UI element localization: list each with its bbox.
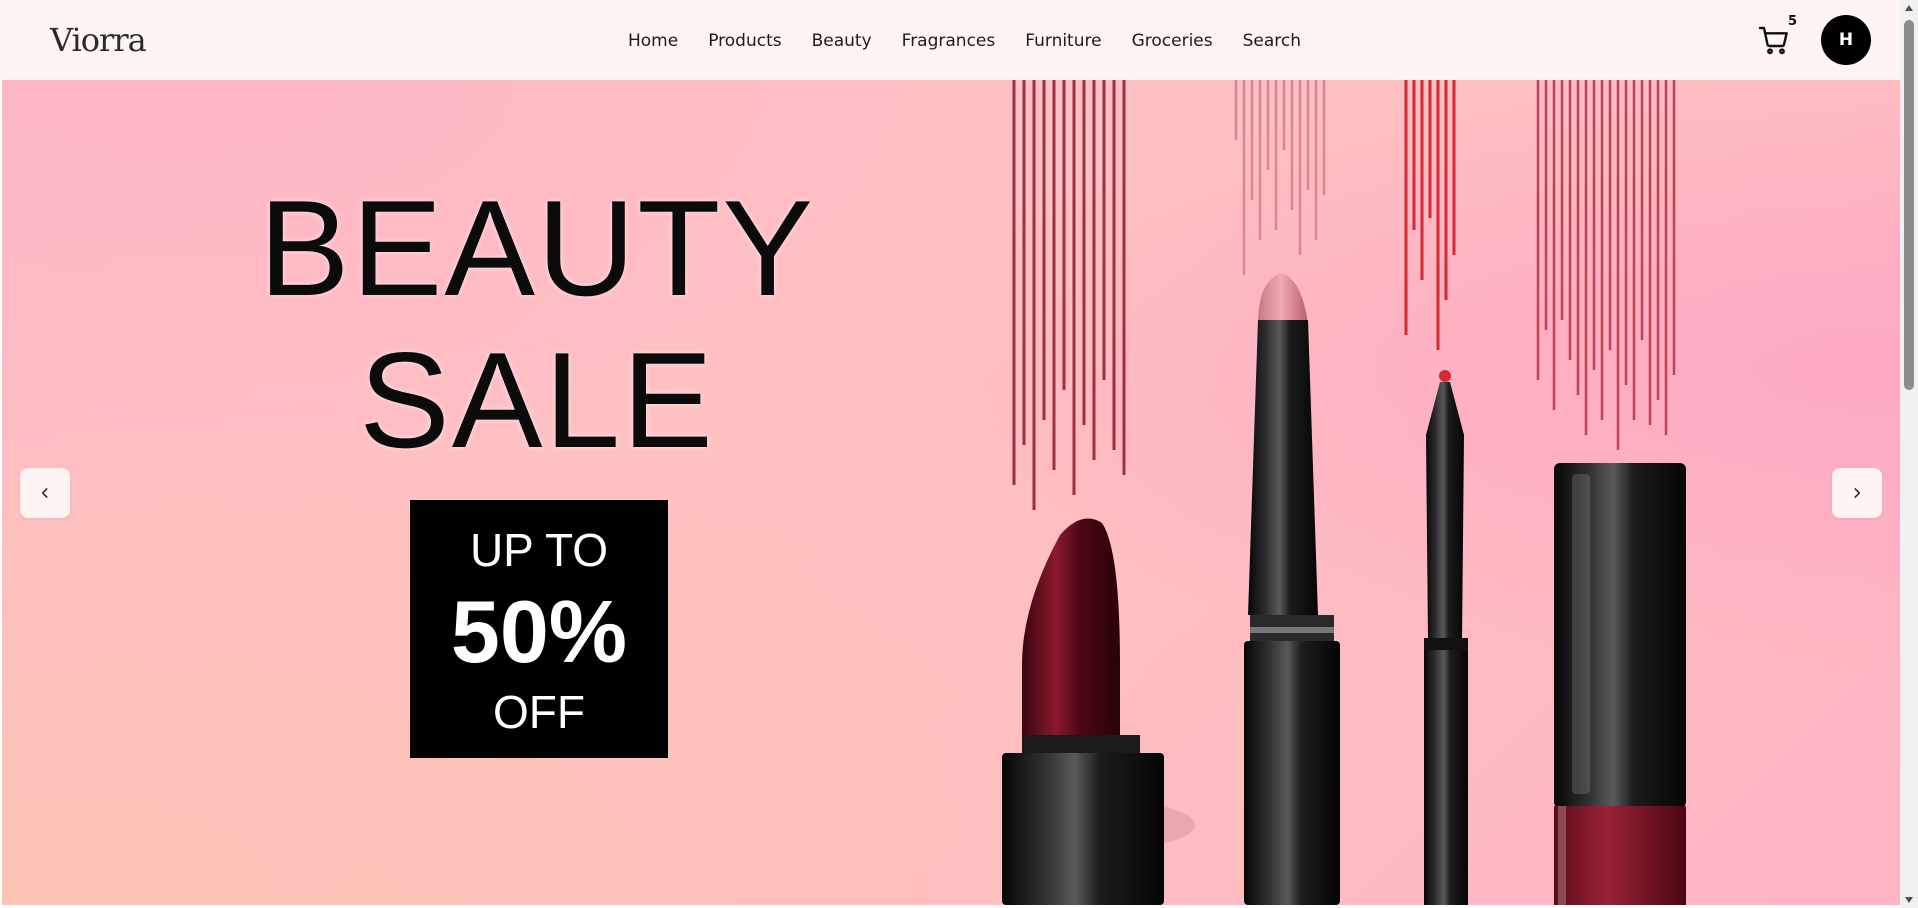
hero-banner: BEAUTY SALE UP TO 50% OFF <box>2 80 1900 905</box>
scroll-down-arrow-icon <box>1905 897 1913 903</box>
scroll-down-button[interactable] <box>1900 892 1918 908</box>
nav-search[interactable]: Search <box>1243 28 1301 54</box>
nav-beauty[interactable]: Beauty <box>812 28 872 54</box>
cart-icon <box>1758 26 1788 55</box>
nav-products[interactable]: Products <box>708 28 781 54</box>
promo-discount: 50% <box>450 582 628 681</box>
cart-button[interactable]: 5 <box>1758 14 1798 60</box>
nav-home[interactable]: Home <box>628 28 678 54</box>
nav-furniture[interactable]: Furniture <box>1025 28 1101 54</box>
user-avatar[interactable]: H <box>1821 15 1871 65</box>
hero-title-line1: BEAUTY <box>258 172 816 324</box>
scroll-up-arrow-icon <box>1905 5 1913 11</box>
chevron-right-icon <box>1854 488 1861 498</box>
cart-count-badge: 5 <box>1788 14 1798 29</box>
scroll-thumb[interactable] <box>1904 20 1914 390</box>
site-header: Viorra Home Products Beauty Fragrances F… <box>0 0 1900 80</box>
nav-groceries[interactable]: Groceries <box>1132 28 1213 54</box>
promo-badge: UP TO 50% OFF <box>410 500 668 758</box>
nav-fragrances[interactable]: Fragrances <box>902 28 996 54</box>
hero-title: BEAUTY SALE <box>247 172 827 476</box>
promo-line-off: OFF <box>493 686 585 738</box>
scroll-up-button[interactable] <box>1900 0 1918 16</box>
chevron-left-icon <box>41 488 48 498</box>
site-logo[interactable]: Viorra <box>50 18 147 62</box>
carousel-next-button[interactable] <box>1832 468 1882 518</box>
main-nav: Home Products Beauty Fragrances Furnitur… <box>628 28 1301 54</box>
page-scrollbar[interactable] <box>1900 0 1918 908</box>
hero-title-line2: SALE <box>359 324 715 476</box>
promo-line-up-to: UP TO <box>469 524 609 576</box>
carousel-prev-button[interactable] <box>20 468 70 518</box>
